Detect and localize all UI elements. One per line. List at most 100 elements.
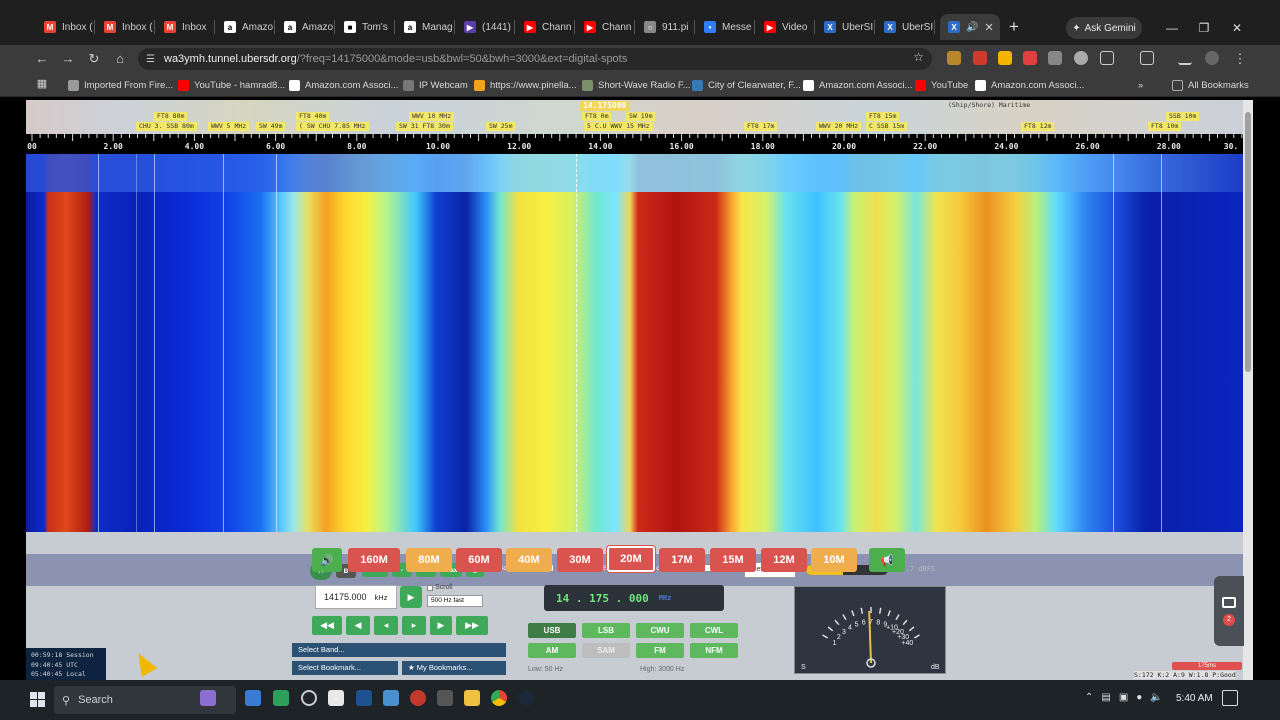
chat-button[interactable]: 2 bbox=[1214, 576, 1244, 646]
chevron-up-icon[interactable]: ⌃ bbox=[1085, 692, 1093, 703]
media-control-icon[interactable] bbox=[1178, 51, 1192, 65]
frequency-input[interactable]: 14175.000 kHz bbox=[315, 585, 397, 609]
tab-active-ubersdr[interactable]: X 🔊 ✕ bbox=[940, 14, 1000, 40]
restore-button[interactable]: ❐ bbox=[1194, 18, 1214, 38]
task-view-icon[interactable] bbox=[245, 690, 261, 706]
band-label[interactable]: FT8 80m bbox=[154, 112, 188, 121]
bookmarks-overflow-icon[interactable]: » bbox=[1138, 78, 1143, 92]
announce-button[interactable]: 📢 bbox=[869, 548, 905, 572]
mode-cwl-button[interactable]: CWL bbox=[690, 623, 738, 638]
tab-5[interactable]: ■ Tom's bbox=[336, 14, 396, 40]
bookmark-8[interactable]: YouTube bbox=[915, 78, 968, 92]
step-select[interactable]: 500 Hz fast bbox=[427, 595, 483, 607]
band-label[interactable]: WWV 20 MHz bbox=[816, 122, 862, 131]
tab-4[interactable]: a Amazo bbox=[276, 14, 336, 40]
band-label[interactable]: SW 19m bbox=[626, 112, 656, 121]
band-label[interactable]: WWV 10 MHz bbox=[409, 112, 455, 121]
clapperboard-icon[interactable] bbox=[200, 690, 216, 706]
menu-kebab-icon[interactable]: ⋮ bbox=[1230, 49, 1250, 69]
network-icon[interactable]: ▤ bbox=[1101, 692, 1110, 703]
notepad-icon[interactable] bbox=[328, 690, 344, 706]
bookmark-3[interactable]: IP Webcam bbox=[403, 78, 468, 92]
side-panel-icon[interactable] bbox=[1140, 51, 1154, 65]
close-tab-icon[interactable]: ✕ bbox=[984, 21, 993, 34]
band-label[interactable]: FT8 15m bbox=[866, 112, 900, 121]
bookmark-0[interactable]: Imported From Fire... bbox=[68, 78, 173, 92]
tune-up-fast-button[interactable]: ▶▶ bbox=[456, 616, 488, 635]
waterfall-display[interactable]: A B Reset - + Max ◉ ✓Scroll✓SnapEdge Tun… bbox=[26, 154, 1243, 586]
tab-6[interactable]: a Manag bbox=[396, 14, 456, 40]
address-bar[interactable]: ☰ wa3ymh.tunnel.ubersdr.org /?freq=14175… bbox=[138, 48, 932, 70]
tab-7[interactable]: ▶ (1441) bbox=[456, 14, 516, 40]
tab-3[interactable]: a Amazo bbox=[216, 14, 276, 40]
mode-am-button[interactable]: AM bbox=[528, 643, 576, 658]
band-label[interactable]: ( SW CHU 7.85 MHz bbox=[296, 122, 369, 131]
page-scrollbar[interactable] bbox=[1243, 100, 1253, 680]
mode-lsb-button[interactable]: LSB bbox=[582, 623, 630, 638]
band-80m[interactable]: 80M bbox=[406, 548, 452, 572]
notification-icon[interactable] bbox=[1222, 690, 1238, 706]
forward-button[interactable]: → bbox=[58, 49, 78, 69]
file-explorer-icon[interactable] bbox=[464, 690, 480, 706]
new-tab-button[interactable]: + bbox=[1004, 16, 1024, 38]
close-window-button[interactable]: ✕ bbox=[1227, 18, 1247, 38]
device-icon[interactable]: ▣ bbox=[1119, 692, 1128, 703]
all-bookmarks[interactable]: All Bookmarks bbox=[1172, 78, 1249, 92]
frequency-digits[interactable]: 14 . 175 . 000 bbox=[556, 592, 649, 605]
tune-down-button[interactable]: ◀ bbox=[346, 616, 370, 635]
scrollbar-thumb[interactable] bbox=[1245, 112, 1251, 372]
band-label[interactable]: SW 49m bbox=[256, 122, 286, 131]
windows-start-icon[interactable] bbox=[30, 692, 46, 708]
mode-cwu-button[interactable]: CWU bbox=[636, 623, 684, 638]
app-icon-blue[interactable] bbox=[383, 690, 399, 706]
bookmark-9[interactable]: Amazon.com Associ... bbox=[975, 78, 1084, 92]
app-icon-dark[interactable] bbox=[437, 690, 453, 706]
band-label[interactable]: 5 C.U WWV 15 MHz bbox=[584, 122, 653, 131]
band-20m[interactable]: 20M bbox=[607, 546, 655, 572]
tab-13[interactable]: X UberSI bbox=[816, 14, 876, 40]
scroll-checkbox[interactable]: Scroll bbox=[427, 584, 453, 591]
band-label[interactable]: C SSB 15m bbox=[866, 122, 908, 131]
bookmark-5[interactable]: Short-Wave Radio F... bbox=[582, 78, 691, 92]
spreadsheet-app-icon[interactable] bbox=[273, 690, 289, 706]
clock-app-icon[interactable] bbox=[301, 690, 317, 706]
terminal-icon[interactable] bbox=[356, 690, 372, 706]
mode-nfm-button[interactable]: NFM bbox=[690, 643, 738, 658]
tab-2[interactable]: M Inbox bbox=[156, 14, 216, 40]
band-30m[interactable]: 30M bbox=[557, 548, 603, 572]
extensions-puzzle-icon[interactable] bbox=[1100, 51, 1114, 65]
band-label[interactable]: WWV 5 MHz bbox=[208, 122, 250, 131]
tab-8[interactable]: ▶ Chann bbox=[516, 14, 576, 40]
extension-icon-4[interactable] bbox=[1023, 51, 1037, 65]
bookmark-6[interactable]: City of Clearwater, F... bbox=[692, 78, 801, 92]
mode-usb-button[interactable]: USB bbox=[528, 623, 576, 638]
band-12m[interactable]: 12M bbox=[761, 548, 807, 572]
extension-icon-1[interactable] bbox=[947, 51, 961, 65]
bookmark-2[interactable]: Amazon.com Associ... bbox=[289, 78, 398, 92]
tune-down-fast-button[interactable]: ◀◀ bbox=[312, 616, 342, 635]
band-label[interactable]: FT8 10m bbox=[1148, 122, 1182, 131]
tab-11[interactable]: • Messe bbox=[696, 14, 756, 40]
tab-1[interactable]: M Inbox ( bbox=[96, 14, 156, 40]
band-label[interactable]: FT8 12m bbox=[1021, 122, 1055, 131]
back-button[interactable]: ← bbox=[32, 49, 52, 69]
tab-12[interactable]: ▶ Video bbox=[756, 14, 816, 40]
band-label[interactable]: FT8 17m bbox=[744, 122, 778, 131]
tune-go-button[interactable]: ▶ bbox=[400, 586, 422, 608]
mode-fm-button[interactable]: FM bbox=[636, 643, 684, 658]
bookmark-1[interactable]: YouTube - hamrad8... bbox=[178, 78, 285, 92]
profile-avatar[interactable] bbox=[1205, 51, 1219, 65]
taskbar-clock[interactable]: 5:40 AM bbox=[1176, 693, 1213, 704]
bookmark-star-icon[interactable]: ☆ bbox=[913, 50, 924, 64]
tune-up-button[interactable]: ▶ bbox=[430, 616, 452, 635]
audio-button[interactable]: 🔊 bbox=[312, 548, 342, 572]
app-icon-red[interactable] bbox=[410, 690, 426, 706]
site-info-icon[interactable]: ☰ bbox=[146, 54, 155, 65]
tab-10[interactable]: ○ 911.pi bbox=[636, 14, 696, 40]
tab-14[interactable]: X UberSI bbox=[876, 14, 936, 40]
minimize-button[interactable]: — bbox=[1162, 18, 1182, 38]
extension-icon-6[interactable] bbox=[1074, 51, 1088, 65]
band-label[interactable]: FT8 0m bbox=[582, 112, 612, 121]
bookmark-7[interactable]: Amazon.com Associ... bbox=[803, 78, 912, 92]
tab-9[interactable]: ▶ Chann bbox=[576, 14, 636, 40]
